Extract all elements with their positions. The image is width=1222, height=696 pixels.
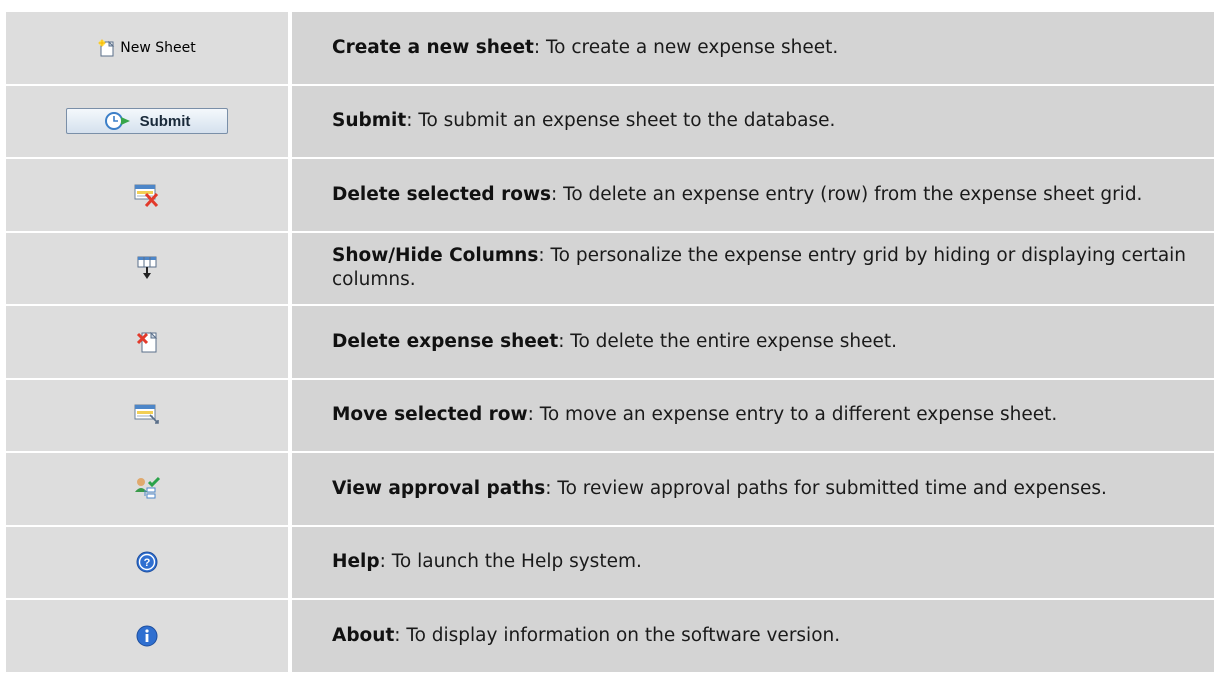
submit-button[interactable]: Submit [66,108,228,135]
term: Move selected row [332,404,528,426]
info-icon[interactable] [136,625,158,647]
term: Show/Hide Columns [332,245,539,267]
icon-cell: Submit [6,85,288,157]
new-sheet-icon [98,39,116,57]
legend-row-show-hide-columns: Show/Hide Columns: To personalize the ex… [6,232,1214,304]
term: Create a new sheet [332,36,534,58]
description-cell: Delete selected rows: To delete an expen… [292,159,1214,231]
term: About [332,624,395,646]
description-cell: Create a new sheet: To create a new expe… [292,12,1214,84]
description: : To delete the entire expense sheet. [558,330,898,352]
toolbar-legend-table: New Sheet Create a new sheet: To create … [6,12,1214,672]
icon-cell [6,306,288,378]
term: View approval paths [332,477,546,499]
new-sheet-button[interactable]: New Sheet [98,39,196,57]
legend-row-delete-rows: Delete selected rows: To delete an expen… [6,159,1214,231]
description-cell: Show/Hide Columns: To personalize the ex… [292,232,1214,304]
legend-row-help: ? Help: To launch the Help system. [6,526,1214,598]
description-cell: Submit: To submit an expense sheet to th… [292,85,1214,157]
term: Delete expense sheet [332,330,559,352]
term: Delete selected rows [332,183,552,205]
show-hide-columns-icon[interactable] [136,255,158,281]
svg-text:?: ? [144,557,151,569]
description-cell: Help: To launch the Help system. [292,526,1214,598]
description: : To display information on the software… [394,624,841,646]
icon-cell: New Sheet [6,12,288,84]
icon-cell: ? [6,526,288,598]
new-sheet-label: New Sheet [120,39,196,56]
description: : To create a new expense sheet. [533,36,839,58]
help-icon[interactable]: ? [136,551,158,573]
description-cell: View approval paths: To review approval … [292,453,1214,525]
legend-row-new-sheet: New Sheet Create a new sheet: To create … [6,12,1214,84]
icon-cell [6,379,288,451]
description-cell: Move selected row: To move an expense en… [292,379,1214,451]
delete-sheet-icon[interactable] [136,330,158,354]
delete-rows-icon[interactable] [134,182,160,208]
description: : To review approval paths for submitted… [545,477,1107,499]
submit-clock-icon [104,111,134,131]
submit-label: Submit [139,112,191,130]
move-row-icon[interactable] [134,403,160,427]
legend-row-approval-paths: View approval paths: To review approval … [6,453,1214,525]
legend-row-delete-sheet: Delete expense sheet: To delete the enti… [6,306,1214,378]
term: Submit [332,110,407,132]
legend-row-submit: Submit Submit: To submit an expense shee… [6,85,1214,157]
description: : To delete an expense entry (row) from … [551,183,1143,205]
icon-cell [6,453,288,525]
description-cell: Delete expense sheet: To delete the enti… [292,306,1214,378]
description: : To submit an expense sheet to the data… [406,110,836,132]
icon-cell [6,232,288,304]
icon-cell [6,159,288,231]
legend-row-about: About: To display information on the sof… [6,600,1214,672]
term: Help [332,551,380,573]
icon-cell [6,600,288,672]
approval-paths-icon[interactable] [133,476,161,502]
description-cell: About: To display information on the sof… [292,600,1214,672]
description: : To launch the Help system. [379,551,642,573]
description: : To move an expense entry to a differen… [527,404,1058,426]
legend-row-move-row: Move selected row: To move an expense en… [6,379,1214,451]
